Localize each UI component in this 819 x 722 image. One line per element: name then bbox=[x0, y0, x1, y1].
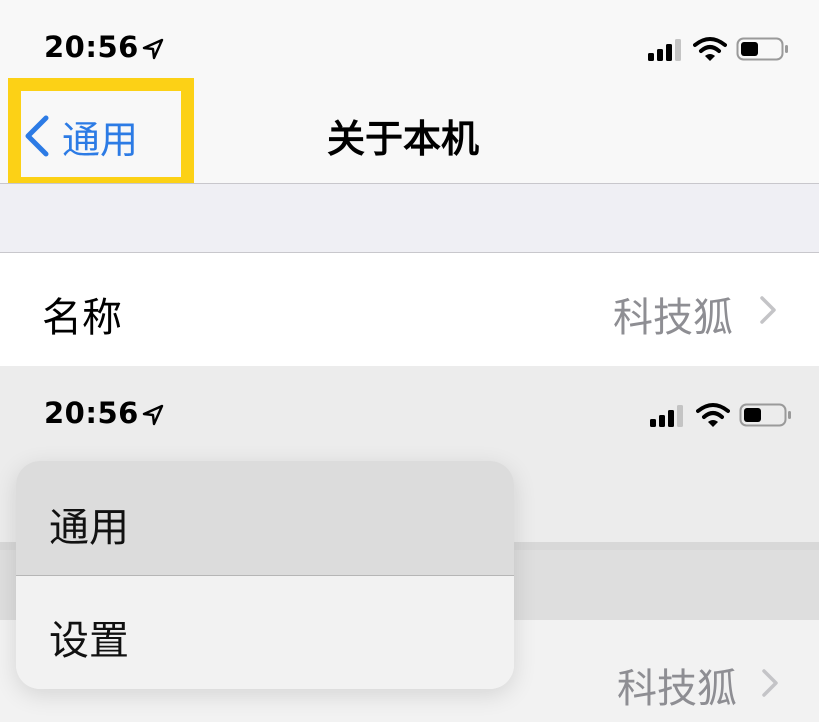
status-time: 20:56 bbox=[44, 396, 139, 430]
menu-item-settings[interactable]: 设置 bbox=[16, 576, 514, 689]
section-gap bbox=[0, 184, 819, 252]
chevron-left-icon bbox=[25, 115, 49, 157]
chevron-right-icon bbox=[760, 296, 776, 324]
status-bar: 20:56 bbox=[0, 0, 819, 64]
menu-item-label: 设置 bbox=[49, 618, 129, 664]
row-value: 科技狐 bbox=[617, 666, 737, 712]
row-value: 科技狐 bbox=[613, 295, 733, 341]
location-arrow-icon bbox=[142, 404, 164, 426]
status-bar: 20:56 bbox=[0, 366, 819, 430]
chevron-right-icon bbox=[762, 669, 778, 697]
status-time: 20:56 bbox=[44, 30, 139, 64]
battery-icon bbox=[736, 37, 788, 61]
cellular-signal-icon bbox=[650, 405, 683, 427]
settings-row-name[interactable]: 名称 科技狐 bbox=[0, 253, 819, 366]
battery-icon bbox=[739, 403, 791, 427]
about-screen: 20:56 通用 关于本机 名称 科技狐 bbox=[0, 0, 819, 366]
back-button[interactable]: 通用 bbox=[22, 108, 138, 164]
back-history-menu: 通用 设置 bbox=[16, 461, 514, 689]
row-label: 名称 bbox=[42, 295, 122, 341]
wifi-icon bbox=[693, 37, 727, 61]
menu-item-label: 通用 bbox=[49, 505, 129, 551]
menu-item-general[interactable]: 通用 bbox=[16, 461, 514, 575]
page-title: 关于本机 bbox=[327, 117, 480, 161]
back-button-label: 通用 bbox=[62, 117, 139, 162]
wifi-icon bbox=[696, 403, 730, 427]
long-press-menu-screen: 20:56 科技狐 通用 设置 bbox=[0, 366, 819, 722]
cellular-signal-icon bbox=[648, 39, 681, 61]
location-arrow-icon bbox=[142, 38, 164, 60]
